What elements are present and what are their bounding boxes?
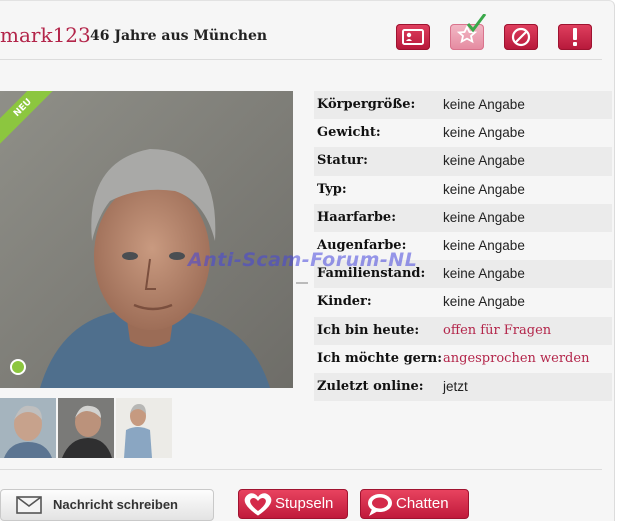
detail-value: keine Angabe	[443, 237, 525, 253]
photo-slider-handle[interactable]	[296, 282, 308, 284]
detail-value: keine Angabe	[443, 125, 525, 141]
detail-label: Körpergröße:	[317, 97, 416, 112]
profile-details: Körpergröße: keine Angabe Gewicht: keine A…	[314, 91, 612, 402]
thumbnail-image	[0, 398, 56, 458]
detail-label: Statur:	[317, 153, 368, 169]
detail-row: Zuletzt online: jetzt	[314, 372, 612, 402]
block-button[interactable]	[504, 24, 538, 50]
exclamation-icon	[573, 28, 577, 46]
envelope-icon	[16, 496, 42, 514]
detail-value: keine Angabe	[443, 294, 525, 310]
thumbnail-image	[58, 398, 114, 458]
detail-value: keine Angabe	[443, 153, 525, 169]
detail-row: Haarfarbe: keine Angabe	[314, 203, 612, 232]
thumbnail[interactable]	[116, 398, 172, 458]
thumbnail[interactable]	[0, 398, 56, 458]
write-message-button[interactable]: Nachricht schreiben	[0, 489, 214, 521]
thumbnail-image	[116, 398, 172, 458]
detail-value: keine Angabe	[443, 266, 525, 282]
detail-value: offen für Fragen	[443, 322, 552, 338]
detail-value: keine Angabe	[443, 181, 525, 197]
header-divider	[0, 59, 602, 60]
detail-row: Körpergröße: keine Angabe	[314, 91, 612, 120]
thumbnail[interactable]	[58, 398, 114, 458]
detail-label: Ich bin heute:	[317, 322, 420, 338]
favorite-button[interactable]	[450, 14, 487, 50]
profile-card: mark123 46 Jahre aus München NEU Körperg…	[0, 0, 615, 521]
block-icon	[511, 27, 531, 47]
heart-icon	[244, 493, 272, 516]
detail-value: angesprochen werden	[443, 350, 590, 366]
detail-row: Typ: keine Angabe	[314, 176, 612, 204]
detail-row: Ich bin heute: offen für Fragen	[314, 316, 612, 345]
detail-label: Typ:	[317, 181, 347, 197]
detail-row: Ich möchte gern: angesprochen werden	[314, 345, 612, 373]
username[interactable]: mark123	[0, 23, 91, 47]
profile-photo[interactable]: NEU	[0, 91, 293, 388]
speech-bubble-icon	[368, 494, 392, 516]
watermark: Anti-Scam-Forum-NL	[188, 249, 418, 271]
detail-row: Gewicht: keine Angabe	[314, 119, 612, 147]
report-button[interactable]	[558, 24, 592, 50]
detail-value: keine Angabe	[443, 209, 525, 225]
age-location: 46 Jahre aus München	[90, 28, 268, 44]
detail-label: Ich möchte gern:	[317, 350, 443, 366]
detail-label: Zuletzt online:	[317, 378, 424, 394]
profile-photo-image	[0, 91, 293, 388]
star-checkmark-icon	[456, 14, 487, 44]
wink-label: Stupseln	[275, 495, 334, 512]
wink-button[interactable]: Stupseln	[238, 489, 348, 519]
detail-label: Haarfarbe:	[317, 209, 397, 225]
detail-row: Statur: keine Angabe	[314, 147, 612, 176]
detail-value: jetzt	[443, 378, 468, 394]
chat-button[interactable]: Chatten	[360, 489, 469, 519]
id-card-icon	[402, 29, 424, 45]
detail-label: Gewicht:	[317, 125, 381, 141]
footer-divider	[0, 469, 602, 470]
write-message-label: Nachricht schreiben	[53, 497, 178, 512]
chat-label: Chatten	[396, 495, 449, 512]
detail-row: Kinder: keine Angabe	[314, 288, 612, 316]
online-indicator	[10, 359, 26, 375]
detail-label: Kinder:	[317, 294, 372, 310]
profile-card-button[interactable]	[396, 24, 430, 50]
detail-value: keine Angabe	[443, 97, 525, 112]
